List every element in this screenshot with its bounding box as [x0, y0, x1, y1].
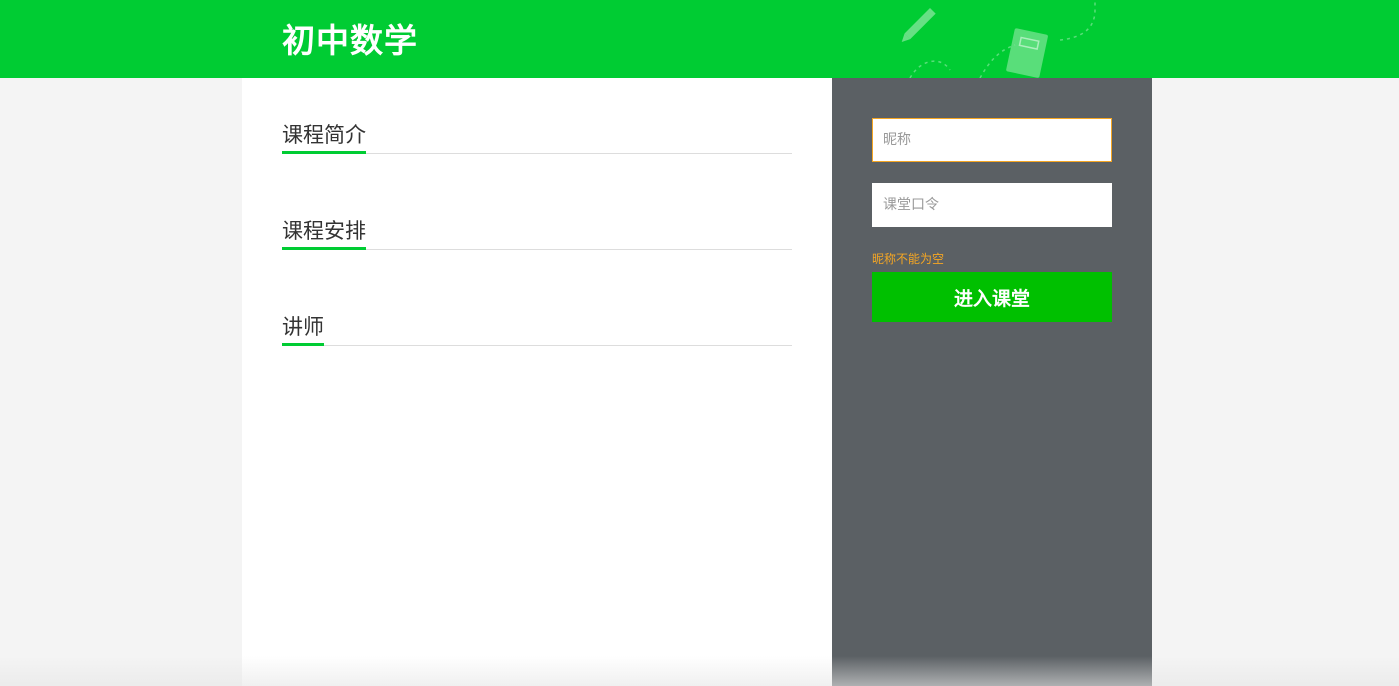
section-title-intro: 课程简介: [282, 122, 366, 154]
section-title-schedule: 课程安排: [282, 218, 366, 250]
pencil-icon: [901, 8, 936, 42]
header-decoration: [901, 0, 1096, 78]
course-info-panel: 课程简介 课程安排 讲师: [242, 78, 832, 686]
error-message: 昵称不能为空: [872, 252, 945, 266]
section-teacher: 讲师: [282, 310, 792, 346]
section-schedule: 课程安排: [282, 214, 792, 250]
header-bar: 初中数学: [0, 0, 1399, 78]
section-intro: 课程简介: [282, 118, 792, 154]
course-title: 初中数学: [282, 21, 418, 60]
enter-classroom-button[interactable]: 进入课堂: [872, 272, 1112, 322]
section-title-teacher: 讲师: [282, 314, 324, 346]
nickname-input[interactable]: [872, 118, 1112, 162]
login-panel: 昵称不能为空 进入课堂: [832, 78, 1152, 686]
notebook-icon: [1006, 28, 1048, 78]
class-code-input[interactable]: [872, 183, 1112, 227]
